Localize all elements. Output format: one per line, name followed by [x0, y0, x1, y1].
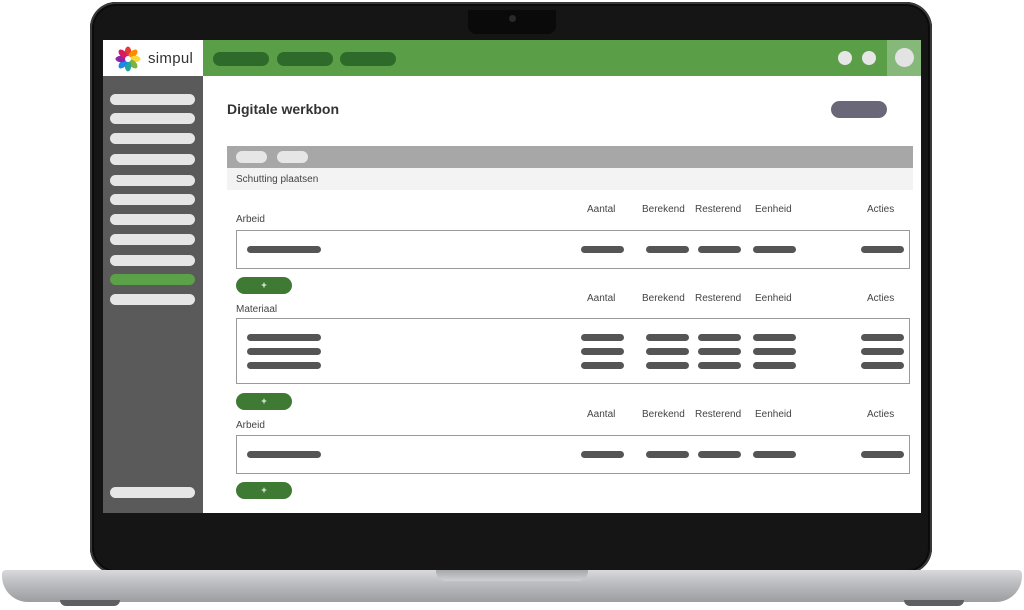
job-row: Schutting plaatsen [227, 168, 913, 190]
column-header-aantal: Aantal [587, 204, 616, 215]
sidebar-item-5[interactable] [110, 175, 195, 186]
table-cell-resterend [698, 246, 741, 253]
page-title: Digitale werkbon [227, 101, 340, 117]
toolbar-button-1[interactable] [236, 151, 267, 163]
section-table-arbeid [236, 230, 910, 269]
table-cell-eenheid [753, 362, 796, 369]
sidebar-item-11[interactable] [110, 294, 195, 305]
table-cell-berekend [646, 246, 689, 253]
sidebar [103, 76, 203, 513]
column-header-acties: Acties [867, 409, 895, 420]
add-materiaal-button[interactable]: + [236, 393, 292, 410]
table-cell-eenheid [753, 334, 796, 341]
sidebar-item-3[interactable] [110, 133, 195, 144]
column-header-aantal: Aantal [587, 293, 616, 304]
brand-name: simpul [148, 50, 194, 67]
row-actions-button[interactable] [861, 348, 904, 355]
table-cell-eenheid [753, 451, 796, 458]
row-actions-button[interactable] [861, 246, 904, 253]
sidebar-item-6[interactable] [110, 194, 195, 205]
camera-notch [468, 10, 556, 34]
job-name: Schutting plaatsen [236, 174, 319, 185]
column-header-berekend: Berekend [642, 293, 685, 304]
column-header-berekend: Berekend [642, 204, 685, 215]
table-cell-aantal[interactable] [581, 348, 624, 355]
notifications-icon[interactable] [838, 51, 852, 65]
sidebar-item-1[interactable] [110, 94, 195, 105]
row-actions-button[interactable] [861, 451, 904, 458]
table-cell-aantal[interactable] [581, 246, 624, 253]
add-arbeid-button-2[interactable]: + [236, 482, 292, 499]
sidebar-item-7[interactable] [110, 214, 195, 225]
table-cell-aantal[interactable] [581, 362, 624, 369]
section-label-arbeid: Arbeid [236, 214, 265, 225]
row-actions-button[interactable] [861, 362, 904, 369]
section-label-materiaal: Materiaal [236, 304, 278, 315]
sidebar-item-2[interactable] [110, 113, 195, 124]
laptop-foot-left [60, 600, 120, 606]
avatar-icon [895, 48, 914, 67]
column-header-eenheid: Eenheid [755, 204, 792, 215]
sidebar-footer-item[interactable] [110, 487, 195, 498]
table-cell-eenheid [753, 348, 796, 355]
column-header-resterend: Resterend [695, 409, 742, 420]
logo[interactable]: simpul [103, 40, 203, 76]
table-cell-description [247, 362, 321, 369]
column-header-acties: Acties [867, 293, 895, 304]
column-header-acties: Acties [867, 204, 895, 215]
table-cell-eenheid [753, 246, 796, 253]
sidebar-item-9[interactable] [110, 255, 195, 266]
camera-icon [509, 15, 516, 22]
top-bar: simpul [103, 40, 921, 76]
section-label-arbeid-2: Arbeid [236, 420, 265, 431]
table-cell-description [247, 334, 321, 341]
sidebar-item-werkbon-active[interactable] [110, 274, 195, 285]
section-table-materiaal [236, 318, 910, 384]
table-cell-berekend [646, 348, 689, 355]
settings-icon[interactable] [862, 51, 876, 65]
nav-item-1[interactable] [213, 52, 269, 66]
simpul-flower-logo-icon [115, 46, 141, 72]
job-toolbar [227, 146, 913, 168]
laptop-foot-right [904, 600, 964, 606]
column-header-aantal: Aantal [587, 409, 616, 420]
column-header-resterend: Resterend [695, 293, 742, 304]
table-cell-aantal[interactable] [581, 451, 624, 458]
column-header-eenheid: Eenheid [755, 293, 792, 304]
laptop-opening-notch [436, 570, 588, 581]
add-arbeid-button[interactable]: + [236, 277, 292, 294]
app-screen: simpul Digitale werkbon Schutting plaats… [103, 40, 921, 513]
table-cell-resterend [698, 362, 741, 369]
table-cell-description [247, 246, 321, 253]
table-cell-description [247, 451, 321, 458]
toolbar-button-2[interactable] [277, 151, 308, 163]
sidebar-item-8[interactable] [110, 234, 195, 245]
sidebar-item-4[interactable] [110, 154, 195, 165]
table-cell-resterend [698, 334, 741, 341]
section-table-arbeid-2 [236, 435, 910, 474]
row-actions-button[interactable] [861, 334, 904, 341]
nav-item-3[interactable] [340, 52, 396, 66]
table-cell-aantal[interactable] [581, 334, 624, 341]
nav-item-2[interactable] [277, 52, 333, 66]
table-cell-resterend [698, 451, 741, 458]
table-cell-berekend [646, 362, 689, 369]
column-header-resterend: Resterend [695, 204, 742, 215]
table-cell-berekend [646, 451, 689, 458]
table-cell-berekend [646, 334, 689, 341]
header-action-button[interactable] [831, 101, 887, 118]
table-cell-description [247, 348, 321, 355]
user-menu[interactable] [887, 40, 921, 76]
table-cell-resterend [698, 348, 741, 355]
column-header-eenheid: Eenheid [755, 409, 792, 420]
column-header-berekend: Berekend [642, 409, 685, 420]
